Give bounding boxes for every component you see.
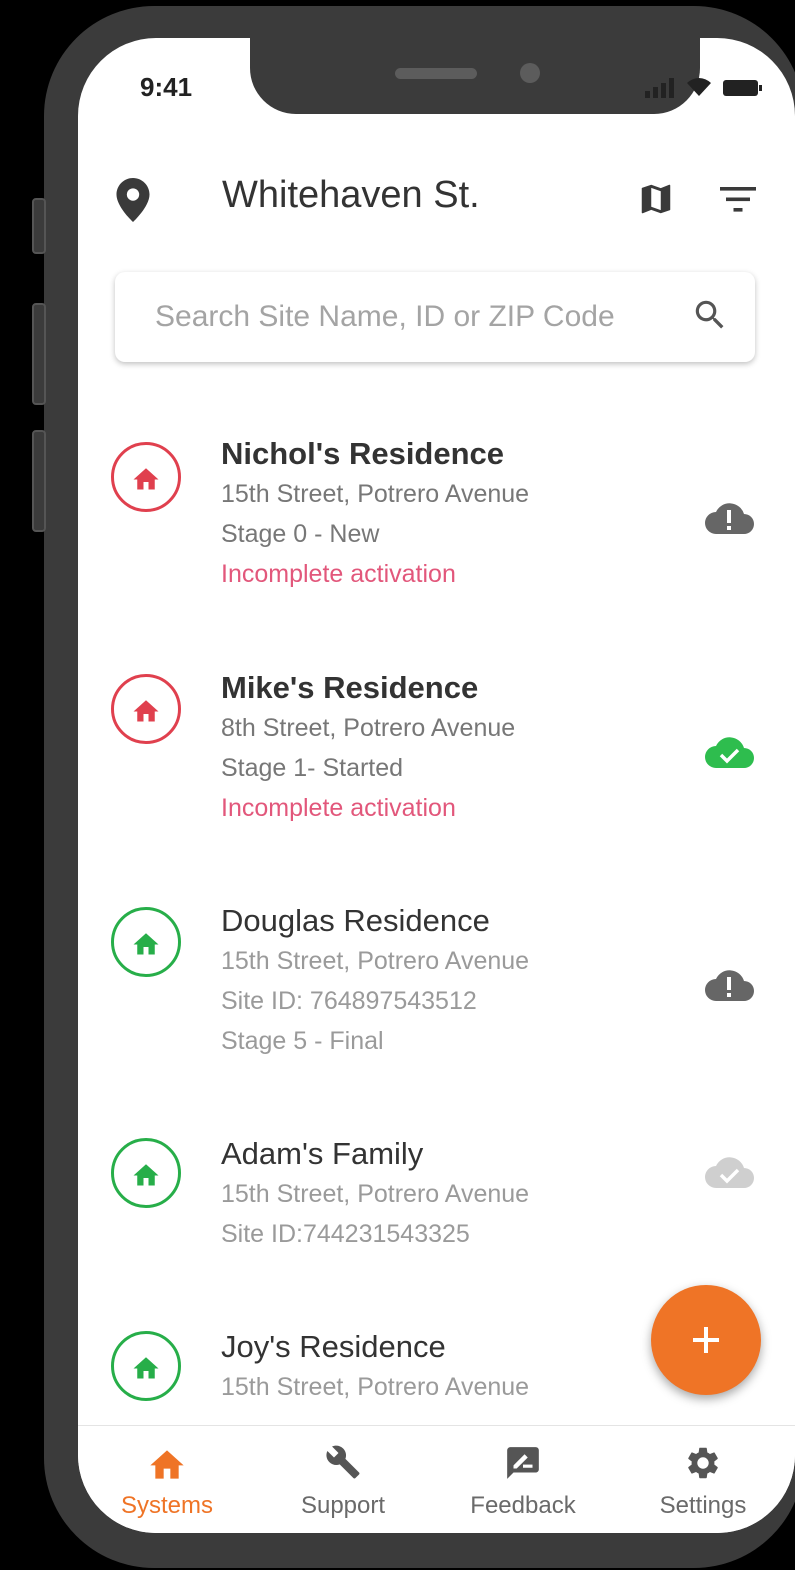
site-stage: Stage 0 - New [221,520,380,548]
site-address: 15th Street, Potrero Avenue [221,1180,530,1208]
cloud-alert-icon [705,503,754,534]
home-status-icon [111,674,181,744]
wifi-icon [687,78,711,96]
side-button-volume-down [32,430,46,532]
notch [250,38,700,114]
home-status-icon [111,1138,181,1208]
speaker [395,68,477,79]
cloud-check-faded-icon [705,1157,754,1188]
bottom-tab-bar: Systems Support Feedback Settings [78,1425,795,1533]
site-id: Site ID: 764897543512 [221,987,477,1015]
side-button-volume-up [32,303,46,405]
status-time: 9:41 [140,72,193,102]
tab-label: Support [300,1492,386,1519]
tab-label: Feedback [470,1492,576,1519]
cloud-alert-icon [705,970,754,1001]
home-status-icon [111,442,181,512]
site-name: Adam's Family [221,1136,424,1171]
tab-label: Settings [659,1492,747,1519]
app-screen: 9:41 Whitehaven St. Search Site Name, ID… [78,38,795,1533]
site-address: 15th Street, Potrero Avenue [221,947,530,975]
site-name: Nichol's Residence [221,436,505,471]
add-site-button[interactable] [651,1285,761,1395]
camera [520,63,540,83]
battery-icon [723,80,762,96]
side-button-silent [32,198,46,254]
filter-icon[interactable] [720,184,756,214]
status-icons [645,76,763,98]
feedback-icon [507,1447,539,1479]
site-address: 15th Street, Potrero Avenue [221,480,530,508]
home-status-icon [111,907,181,977]
search-icon[interactable] [691,296,729,334]
site-warning: Incomplete activation [221,560,456,588]
page-title: Whitehaven St. [222,174,480,216]
site-id: Site ID:744231543325 [221,1220,470,1248]
tab-label: Systems [120,1492,213,1519]
signal-icon [645,78,674,98]
search-box [115,272,755,362]
plus-icon [693,1327,719,1353]
site-warning: Incomplete activation [221,794,456,822]
site-name: Mike's Residence [221,670,479,705]
site-stage: Stage 1- Started [221,754,404,782]
search-input[interactable] [153,294,677,340]
home-icon [150,1450,184,1479]
site-stage: Stage 5 - Final [221,1027,384,1055]
site-address: 15th Street, Potrero Avenue [221,1373,530,1401]
cloud-check-icon [705,737,754,768]
location-pin-icon[interactable] [116,178,150,222]
site-name: Joy's Residence [221,1329,446,1364]
home-status-icon [111,1331,181,1401]
site-address: 8th Street, Potrero Avenue [221,714,516,742]
site-name: Douglas Residence [221,903,490,938]
gear-icon [688,1447,718,1479]
wrench-icon [326,1445,360,1479]
map-icon[interactable] [636,180,676,218]
